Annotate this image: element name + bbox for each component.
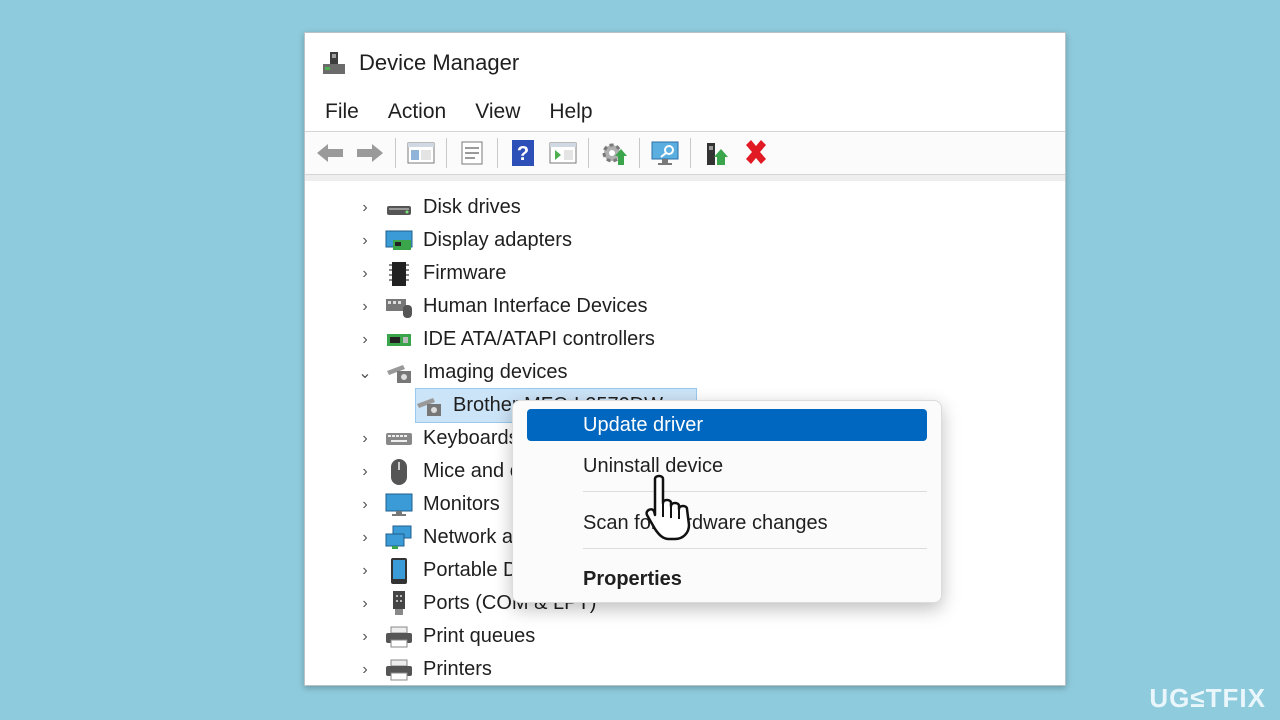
chevron-right-icon[interactable]: › bbox=[355, 496, 375, 514]
tree-item-label: Monitors bbox=[423, 493, 500, 515]
toolbar-separator bbox=[497, 138, 498, 168]
menu-separator bbox=[583, 491, 927, 492]
toolbar-separator bbox=[588, 138, 589, 168]
chevron-right-icon[interactable]: › bbox=[355, 298, 375, 316]
chevron-right-icon[interactable]: › bbox=[355, 232, 375, 250]
ide-controller-icon bbox=[385, 327, 413, 353]
tree-item-label: Firmware bbox=[423, 262, 507, 284]
menu-separator bbox=[583, 548, 927, 549]
tree-item-label: IDE ATA/ATAPI controllers bbox=[423, 328, 655, 350]
help-icon[interactable]: ? bbox=[506, 136, 540, 170]
tree-item-ide-ata-atapi-controllers[interactable]: › IDE ATA/ATAPI controllers bbox=[305, 323, 655, 356]
tree-item-imaging-devices[interactable]: ⌄ Imaging devices bbox=[305, 356, 568, 389]
firmware-icon bbox=[385, 261, 413, 287]
hid-icon bbox=[385, 294, 413, 320]
chevron-right-icon[interactable]: › bbox=[355, 529, 375, 547]
tree-item-keyboards[interactable]: › Keyboards bbox=[305, 422, 519, 455]
chevron-right-icon[interactable]: › bbox=[355, 331, 375, 349]
display-adapter-icon bbox=[385, 228, 413, 254]
tree-item-label: Imaging devices bbox=[423, 361, 568, 383]
tree-item-label: Printers bbox=[423, 658, 492, 680]
svg-text:?: ? bbox=[517, 143, 529, 165]
chevron-right-icon[interactable]: › bbox=[355, 199, 375, 217]
update-driver-software-icon[interactable] bbox=[597, 136, 631, 170]
properties-icon[interactable] bbox=[455, 136, 489, 170]
toolbar-separator bbox=[690, 138, 691, 168]
tree-item-print-queues[interactable]: › Print queues bbox=[305, 620, 535, 653]
disk-drive-icon bbox=[385, 195, 413, 221]
chevron-right-icon[interactable]: › bbox=[355, 595, 375, 613]
menu-item-properties[interactable]: Properties bbox=[527, 563, 927, 595]
chevron-right-icon[interactable]: › bbox=[355, 628, 375, 646]
printer-icon bbox=[385, 657, 413, 683]
portable-device-icon bbox=[385, 557, 413, 584]
uninstall-icon[interactable] bbox=[739, 136, 773, 170]
tree-item-label: Print queues bbox=[423, 625, 536, 647]
printer-icon bbox=[385, 624, 413, 650]
menu-help[interactable]: Help bbox=[549, 100, 592, 124]
toolbar-separator bbox=[446, 138, 447, 168]
enable-device-icon[interactable] bbox=[699, 136, 733, 170]
menu-file[interactable]: File bbox=[325, 100, 359, 124]
forward-arrow-icon[interactable] bbox=[353, 136, 387, 170]
chevron-down-icon[interactable]: ⌄ bbox=[355, 363, 375, 383]
device-manager-icon bbox=[321, 50, 347, 76]
title-bar: Device Manager bbox=[305, 33, 1065, 93]
tree-item-label: Display adapters bbox=[423, 229, 572, 251]
tree-item-printers[interactable]: › Printers bbox=[305, 653, 492, 685]
camera-icon bbox=[415, 393, 443, 419]
tree-item-human-interface-devices[interactable]: › Human Interface Devices bbox=[305, 290, 648, 323]
menu-bar: File Action View Help bbox=[305, 95, 1065, 129]
network-adapter-icon bbox=[385, 525, 413, 551]
action-pane-icon[interactable] bbox=[546, 136, 580, 170]
watermark-logo: UG≤TFIX bbox=[1149, 683, 1266, 713]
menu-action[interactable]: Action bbox=[388, 100, 446, 124]
toolbar-separator bbox=[395, 138, 396, 168]
menu-item-uninstall-device[interactable]: Uninstall device bbox=[527, 450, 927, 482]
mouse-icon bbox=[385, 458, 413, 485]
menu-item-label: Scan for hardware changes bbox=[583, 511, 828, 534]
chevron-right-icon[interactable]: › bbox=[355, 661, 375, 679]
hand-pointer-cursor-icon bbox=[643, 473, 703, 543]
toolbar-separator bbox=[639, 138, 640, 168]
chevron-right-icon[interactable]: › bbox=[355, 265, 375, 283]
chevron-right-icon[interactable]: › bbox=[355, 463, 375, 481]
tree-item-firmware[interactable]: › Firmware bbox=[305, 257, 506, 290]
tree-item-label: Human Interface Devices bbox=[423, 295, 648, 317]
context-menu: Update driver Uninstall device Scan for … bbox=[512, 400, 942, 603]
keyboard-icon bbox=[385, 426, 413, 452]
show-hide-console-tree-icon[interactable] bbox=[404, 136, 438, 170]
scan-hardware-icon[interactable] bbox=[648, 136, 682, 170]
tree-item-label: Disk drives bbox=[423, 196, 521, 218]
tree-item-disk-drives[interactable]: › Disk drives bbox=[305, 191, 521, 224]
menu-item-update-driver[interactable]: Update driver bbox=[527, 409, 927, 441]
menu-view[interactable]: View bbox=[475, 100, 520, 124]
chevron-right-icon[interactable]: › bbox=[355, 562, 375, 580]
toolbar: ? bbox=[305, 131, 1065, 175]
chevron-right-icon[interactable]: › bbox=[355, 430, 375, 448]
port-icon bbox=[385, 590, 413, 617]
tree-item-label: Keyboards bbox=[423, 427, 519, 449]
back-arrow-icon[interactable] bbox=[313, 136, 347, 170]
menu-item-label: Properties bbox=[583, 567, 682, 590]
camera-icon bbox=[385, 360, 413, 386]
window-title: Device Manager bbox=[359, 50, 520, 75]
tree-item-monitors[interactable]: › Monitors bbox=[305, 488, 500, 521]
monitor-icon bbox=[385, 492, 413, 518]
menu-item-label: Update driver bbox=[583, 413, 704, 436]
tree-item-display-adapters[interactable]: › Display adapters bbox=[305, 224, 572, 257]
menu-item-scan-hardware-changes[interactable]: Scan for hardware changes bbox=[527, 507, 927, 539]
